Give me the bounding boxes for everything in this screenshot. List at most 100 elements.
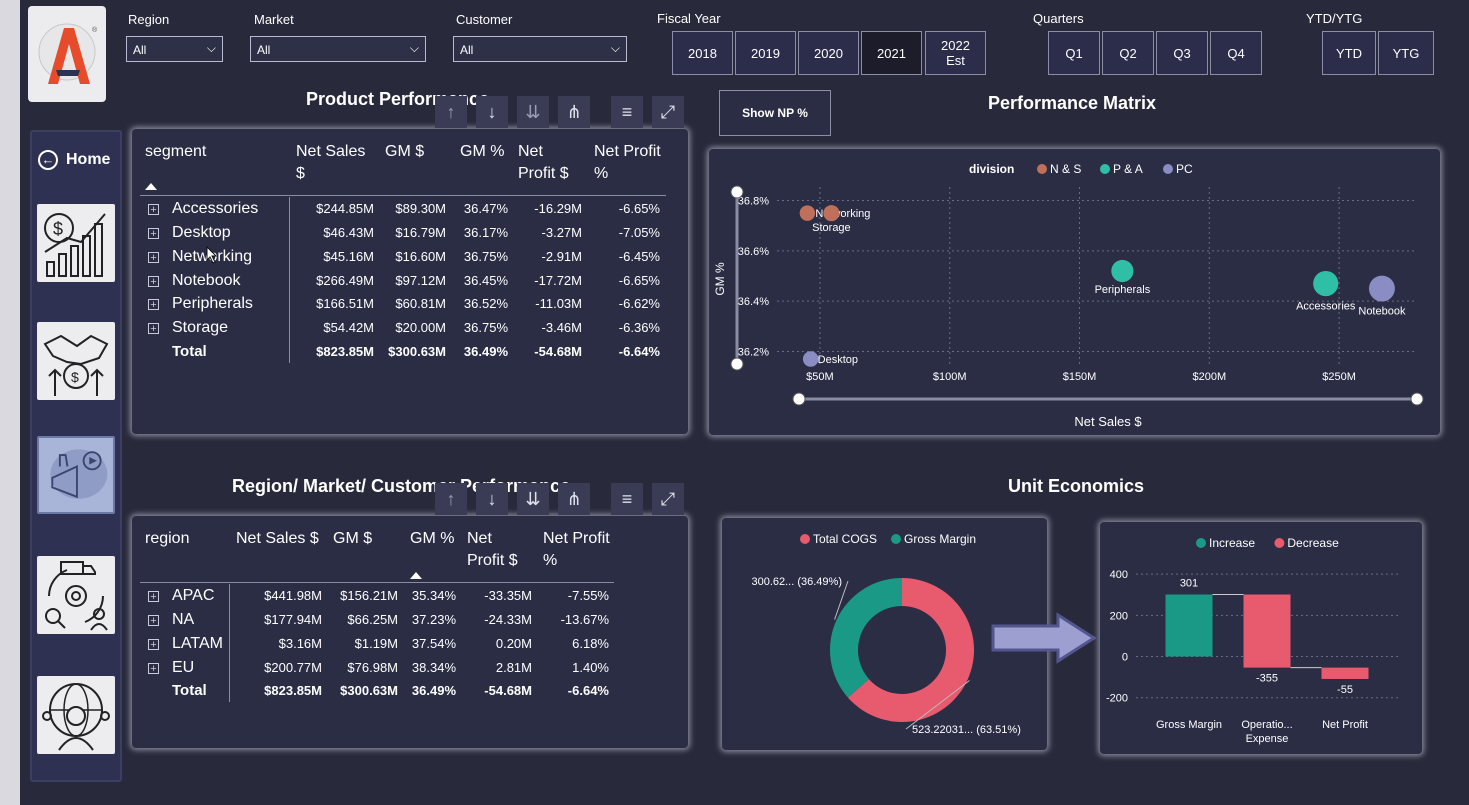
ytg-button[interactable]: YTG (1378, 31, 1434, 75)
total-net-sales: $823.85M (316, 344, 374, 359)
waterfall-bar[interactable] (1165, 594, 1213, 657)
legend-marker (1037, 164, 1047, 174)
waterfall-bar[interactable] (1243, 594, 1291, 668)
expand-icon[interactable]: + (148, 299, 159, 311)
company-logo: ® (28, 6, 106, 102)
legend-label: PC (1176, 162, 1193, 176)
expand-hierarchy-icon[interactable]: ⋔ (558, 96, 590, 128)
scatter-point[interactable] (1111, 259, 1134, 283)
focus-mode-icon[interactable]: ⤢ (652, 483, 684, 515)
expand-icon[interactable]: + (148, 591, 159, 603)
quarter-button-q3[interactable]: Q3 (1156, 31, 1208, 75)
quarters-label: Quarters (1033, 11, 1084, 26)
net-profit-cell: -16.29M (534, 201, 582, 216)
col-header-gm-pct[interactable]: GM % (410, 528, 454, 550)
expand-icon[interactable]: + (148, 639, 159, 651)
sort-asc-indicator (410, 572, 422, 579)
y-range-slider-handle[interactable] (730, 357, 744, 371)
gm-pct-cell: 36.52% (463, 296, 508, 311)
nav-finance-view[interactable]: $ (37, 204, 115, 282)
col-header-net-profit-pct[interactable]: Net Profit % (594, 141, 664, 185)
filter-icon[interactable]: ≡ (611, 483, 643, 515)
gm-cell: $16.60M (395, 249, 446, 264)
scatter-point[interactable] (1313, 270, 1339, 297)
col-header-net-profit[interactable]: Net Profit $ (518, 141, 584, 185)
expand-hierarchy-icon[interactable]: ⋔ (558, 483, 590, 515)
x-tick-label: Net Profit (1322, 719, 1368, 731)
y-tick-label: 200 (1110, 610, 1128, 622)
handshake-money-icon: $ (43, 334, 109, 396)
col-header-segment[interactable]: segment (145, 141, 206, 163)
col-header-region[interactable]: region (145, 528, 189, 550)
scatter-point[interactable] (799, 205, 816, 221)
expand-all-down-icon[interactable]: ⇊ (517, 96, 549, 128)
nav-sales-view[interactable]: $ (37, 322, 115, 400)
show-np-button[interactable]: Show NP % (719, 90, 831, 136)
waterfall-bar[interactable] (1321, 667, 1369, 679)
expand-icon[interactable]: + (148, 204, 159, 216)
x-range-slider-handle[interactable] (1410, 392, 1424, 406)
year-button-2019[interactable]: 2019 (735, 31, 796, 75)
year-button-2020[interactable]: 2020 (798, 31, 859, 75)
scatter-point[interactable] (802, 351, 819, 367)
x-tick-label: $100M (933, 371, 967, 383)
market-filter-label: Market (254, 12, 294, 27)
col-header-net-sales[interactable]: Net Sales $ (296, 141, 376, 185)
net-profit-pct-cell: -6.45% (618, 249, 660, 264)
x-range-slider-handle[interactable] (792, 392, 806, 406)
quarter-button-q2[interactable]: Q2 (1102, 31, 1154, 75)
quarter-button-q1[interactable]: Q1 (1048, 31, 1100, 75)
year-button-2018[interactable]: 2018 (672, 31, 733, 75)
y-tick-label: 400 (1110, 569, 1128, 581)
donut-slice-label: 523.22031... (63.51%) (912, 724, 1021, 736)
col-header-net-profit[interactable]: Net Profit $ (467, 528, 533, 572)
expand-icon[interactable]: + (148, 228, 159, 240)
expand-icon[interactable]: + (148, 615, 159, 627)
gm-cell: $1.19M (354, 636, 398, 651)
x-tick-label: Gross Margin (1156, 719, 1222, 731)
year-button-2022-est[interactable]: 2022 Est (925, 31, 986, 75)
col-header-gm[interactable]: GM $ (385, 141, 424, 163)
net-sales-cell: $3.16M (278, 636, 322, 651)
ytd-button[interactable]: YTD (1322, 31, 1376, 75)
drill-down-icon[interactable]: ↓ (476, 483, 508, 515)
x-tick-label: $200M (1193, 371, 1227, 383)
quarter-button-q4[interactable]: Q4 (1210, 31, 1262, 75)
expand-icon[interactable]: + (148, 252, 159, 264)
nav-supply-chain-view[interactable] (37, 556, 115, 634)
expand-icon[interactable]: + (148, 663, 159, 675)
filter-icon[interactable]: ≡ (611, 96, 643, 128)
col-header-gm[interactable]: GM $ (333, 528, 372, 550)
customer-dropdown[interactable]: All ⌵ (453, 36, 627, 62)
expand-icon[interactable]: + (148, 323, 159, 335)
scatter-point[interactable] (823, 205, 840, 222)
chevron-down-icon: ⌵ (206, 41, 216, 55)
expand-icon[interactable]: + (148, 276, 159, 288)
expand-all-down-icon[interactable]: ⇊ (517, 483, 549, 515)
donut-slice[interactable] (830, 578, 902, 698)
net-sales-cell: $200.77M (264, 660, 322, 675)
year-button-2021[interactable]: 2021 (861, 31, 922, 75)
net-profit-pct-cell: -6.62% (618, 296, 660, 311)
home-nav-button[interactable]: ← Home (38, 148, 118, 172)
region-cell: EU (172, 659, 195, 676)
col-header-net-profit-pct[interactable]: Net Profit % (543, 528, 613, 572)
y-range-slider-handle[interactable] (730, 185, 744, 199)
nav-global-view[interactable] (37, 676, 115, 754)
drill-up-icon[interactable]: ↑ (435, 483, 467, 515)
customer-filter-label: Customer (456, 12, 513, 27)
col-header-net-sales[interactable]: Net Sales $ (236, 528, 319, 550)
drill-down-icon[interactable]: ↓ (476, 96, 508, 128)
col-header-gm-pct[interactable]: GM % (460, 141, 504, 163)
market-dropdown[interactable]: All ⌵ (250, 36, 426, 62)
nav-marketing-view[interactable] (37, 436, 115, 514)
product-performance-card: segment Net Sales $ GM $ GM % Net Profit… (132, 129, 688, 434)
total-net-profit-pct: -6.64% (618, 344, 660, 359)
region-dropdown[interactable]: All ⌵ (126, 36, 223, 62)
drill-up-icon[interactable]: ↑ (435, 96, 467, 128)
focus-mode-icon[interactable]: ⤢ (652, 96, 684, 128)
scatter-point[interactable] (1368, 275, 1395, 302)
net-sales-cell: $54.42M (323, 320, 374, 335)
total-net-profit-pct: -6.64% (567, 683, 609, 698)
net-sales-cell: $441.98M (264, 588, 322, 603)
